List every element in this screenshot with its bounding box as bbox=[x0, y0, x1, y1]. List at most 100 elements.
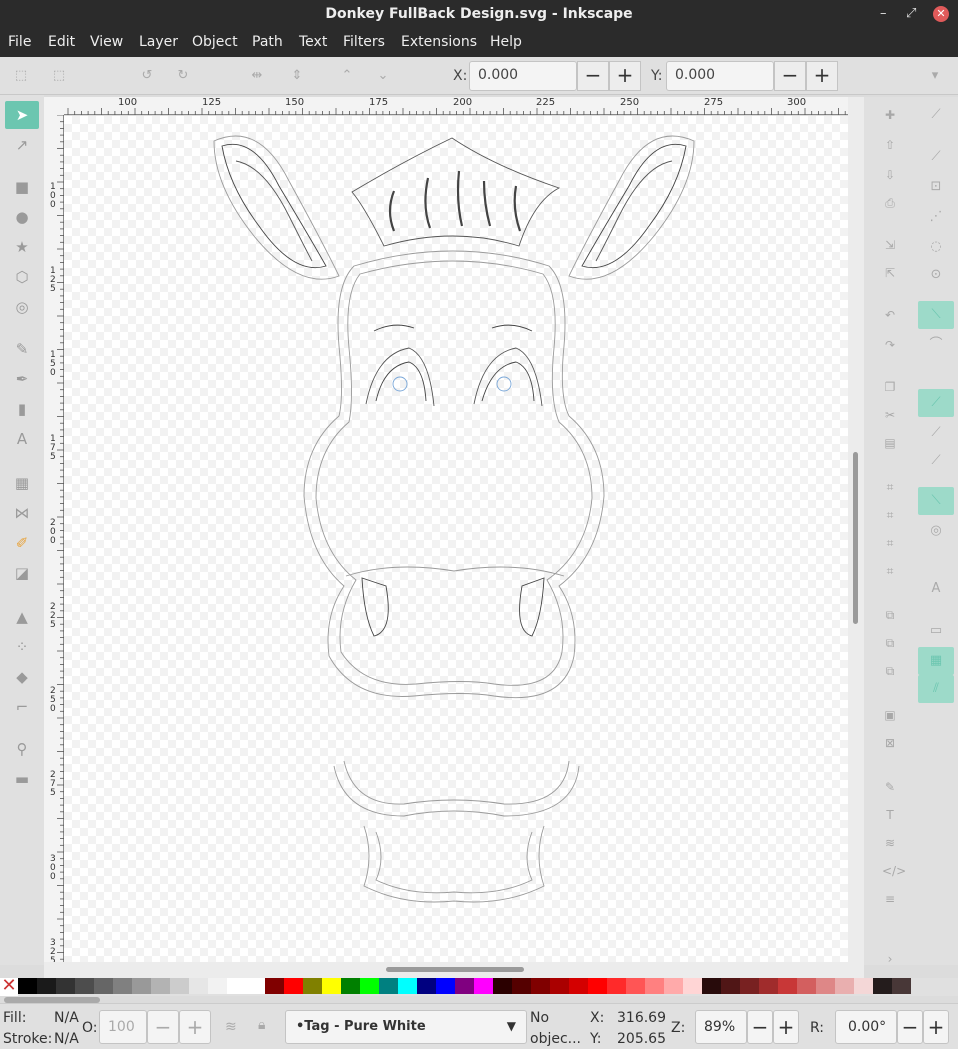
rotate-cw-icon[interactable]: ↻ bbox=[176, 69, 190, 83]
raise-icon[interactable]: ⌃ bbox=[340, 69, 354, 83]
color-swatch[interactable] bbox=[170, 978, 189, 994]
color-swatch[interactable] bbox=[569, 978, 588, 994]
rotation-increment-button[interactable]: + bbox=[923, 1010, 949, 1044]
dropper-tool-icon[interactable]: ✐ bbox=[5, 529, 39, 557]
paint-bucket-tool-icon[interactable]: ◪ bbox=[5, 559, 39, 587]
spiral-tool-icon[interactable]: ◎ bbox=[5, 293, 39, 321]
menu-edit[interactable]: Edit bbox=[48, 34, 75, 50]
color-swatch[interactable] bbox=[94, 978, 113, 994]
color-swatch[interactable] bbox=[417, 978, 436, 994]
rotation-input[interactable]: 0.00° bbox=[835, 1010, 897, 1044]
calligraphy-tool-icon[interactable]: ▮ bbox=[5, 395, 39, 423]
vertical-scrollbar[interactable] bbox=[848, 97, 864, 965]
layers-icon[interactable]: ≋ bbox=[882, 835, 898, 851]
color-swatch[interactable] bbox=[588, 978, 607, 994]
vertical-scrollbar-thumb[interactable] bbox=[853, 452, 858, 624]
node-tool-icon[interactable]: ↗ bbox=[5, 131, 39, 159]
snap-toggle-icon[interactable]: ⟋ bbox=[918, 101, 954, 129]
spray-tool-icon[interactable]: ⁘ bbox=[5, 633, 39, 661]
color-swatch[interactable] bbox=[227, 978, 246, 994]
snap-grid-icon[interactable]: ▦ bbox=[918, 647, 954, 675]
copy-icon[interactable]: ❐ bbox=[882, 379, 898, 395]
color-swatch[interactable] bbox=[892, 978, 911, 994]
menu-extensions[interactable]: Extensions bbox=[401, 34, 477, 50]
zoom-tool-icon[interactable]: ⚲ bbox=[5, 735, 39, 763]
y-increment-button[interactable]: + bbox=[806, 61, 838, 91]
snap-text-baseline-icon[interactable]: A bbox=[918, 575, 954, 603]
color-swatch[interactable] bbox=[265, 978, 284, 994]
color-swatch[interactable] bbox=[284, 978, 303, 994]
color-swatch[interactable] bbox=[474, 978, 493, 994]
paste-icon[interactable]: ▤ bbox=[882, 435, 898, 451]
snap-rotation-center-icon[interactable]: ◎ bbox=[918, 517, 954, 545]
color-swatch[interactable] bbox=[189, 978, 208, 994]
opacity-increment-button[interactable]: + bbox=[179, 1010, 211, 1044]
group-icon[interactable]: ▣ bbox=[882, 707, 898, 723]
duplicate-icon[interactable]: ⧉ bbox=[882, 607, 898, 623]
drawing-canvas[interactable] bbox=[64, 116, 848, 962]
snap-midpoints-icon[interactable]: ⟋ bbox=[918, 447, 954, 475]
color-swatch[interactable] bbox=[531, 978, 550, 994]
flip-vertical-icon[interactable]: ⇕ bbox=[290, 69, 304, 83]
stroke-value[interactable]: N/A bbox=[54, 1031, 79, 1047]
maximize-icon[interactable]: ⤢ bbox=[906, 6, 916, 21]
menu-help[interactable]: Help bbox=[490, 34, 522, 50]
rectangle-tool-icon[interactable]: ■ bbox=[5, 173, 39, 201]
clone-icon[interactable]: ⧉ bbox=[882, 635, 898, 651]
color-swatch[interactable] bbox=[607, 978, 626, 994]
connector-tool-icon[interactable]: ⌐ bbox=[5, 693, 39, 721]
color-swatch[interactable] bbox=[113, 978, 132, 994]
color-swatch[interactable] bbox=[740, 978, 759, 994]
zoom-increment-button[interactable]: + bbox=[773, 1010, 799, 1044]
zoom-decrement-button[interactable]: − bbox=[747, 1010, 773, 1044]
tweak-tool-icon[interactable]: ▲ bbox=[5, 603, 39, 631]
snap-bbox-corner-icon[interactable]: ⋰ bbox=[918, 203, 954, 231]
color-swatch[interactable] bbox=[759, 978, 778, 994]
horizontal-ruler[interactable]: 100 125 150 175 200 225 250 275 300 bbox=[64, 97, 848, 115]
color-swatch[interactable] bbox=[816, 978, 835, 994]
select-all-icon[interactable]: ⬚ bbox=[14, 69, 28, 83]
color-swatch[interactable] bbox=[854, 978, 873, 994]
color-swatch[interactable] bbox=[550, 978, 569, 994]
y-input[interactable]: 0.000 bbox=[666, 61, 774, 91]
3d-box-tool-icon[interactable]: ⬡ bbox=[5, 263, 39, 291]
unlink-clone-icon[interactable]: ⧉ bbox=[882, 663, 898, 679]
text-tool-icon[interactable]: A bbox=[5, 425, 39, 453]
zoom-drawing-icon[interactable]: ⌗ bbox=[882, 507, 898, 523]
menu-filters[interactable]: Filters bbox=[343, 34, 385, 50]
snap-centers-icon[interactable]: ⟍ bbox=[918, 487, 954, 515]
fill-stroke-icon[interactable]: ✎ bbox=[882, 779, 898, 795]
color-swatch[interactable] bbox=[303, 978, 322, 994]
chevron-right-icon[interactable]: › bbox=[882, 951, 898, 967]
rotate-ccw-icon[interactable]: ↺ bbox=[140, 69, 154, 83]
color-swatch[interactable] bbox=[512, 978, 531, 994]
color-swatch[interactable] bbox=[398, 978, 417, 994]
close-icon[interactable]: ✕ bbox=[933, 6, 949, 22]
text-font-icon[interactable]: T bbox=[882, 807, 898, 823]
color-swatch[interactable] bbox=[721, 978, 740, 994]
selector-tool-icon[interactable]: ➤ bbox=[5, 101, 39, 129]
x-input[interactable]: 0.000 bbox=[469, 61, 577, 91]
gradient-tool-icon[interactable]: ▦ bbox=[5, 469, 39, 497]
snap-cusp-nodes-icon[interactable]: ⟋ bbox=[918, 389, 954, 417]
print-icon[interactable]: ⎙ bbox=[882, 195, 898, 211]
color-swatch[interactable] bbox=[132, 978, 151, 994]
color-swatch[interactable] bbox=[778, 978, 797, 994]
color-swatch[interactable] bbox=[208, 978, 227, 994]
minimize-icon[interactable]: – bbox=[880, 6, 887, 21]
zoom-page-icon[interactable]: ⌗ bbox=[882, 535, 898, 551]
horizontal-scrollbar[interactable] bbox=[44, 962, 864, 978]
lower-icon[interactable]: ⌄ bbox=[376, 69, 390, 83]
snap-guides-icon[interactable]: ⫽ bbox=[918, 675, 954, 703]
snap-bbox-icon[interactable]: ⟋ bbox=[918, 143, 954, 171]
horizontal-scrollbar-thumb[interactable] bbox=[386, 967, 524, 972]
ungroup-icon[interactable]: ⊠ bbox=[882, 735, 898, 751]
select-all-layers-icon[interactable]: ⬚ bbox=[52, 69, 66, 83]
eraser-tool-icon[interactable]: ◆ bbox=[5, 663, 39, 691]
color-swatch[interactable] bbox=[341, 978, 360, 994]
color-swatch[interactable] bbox=[18, 978, 37, 994]
flip-horizontal-icon[interactable]: ⇹ bbox=[250, 69, 264, 83]
opacity-decrement-button[interactable]: − bbox=[147, 1010, 179, 1044]
color-swatch[interactable] bbox=[322, 978, 341, 994]
redo-icon[interactable]: ↷ bbox=[882, 337, 898, 353]
